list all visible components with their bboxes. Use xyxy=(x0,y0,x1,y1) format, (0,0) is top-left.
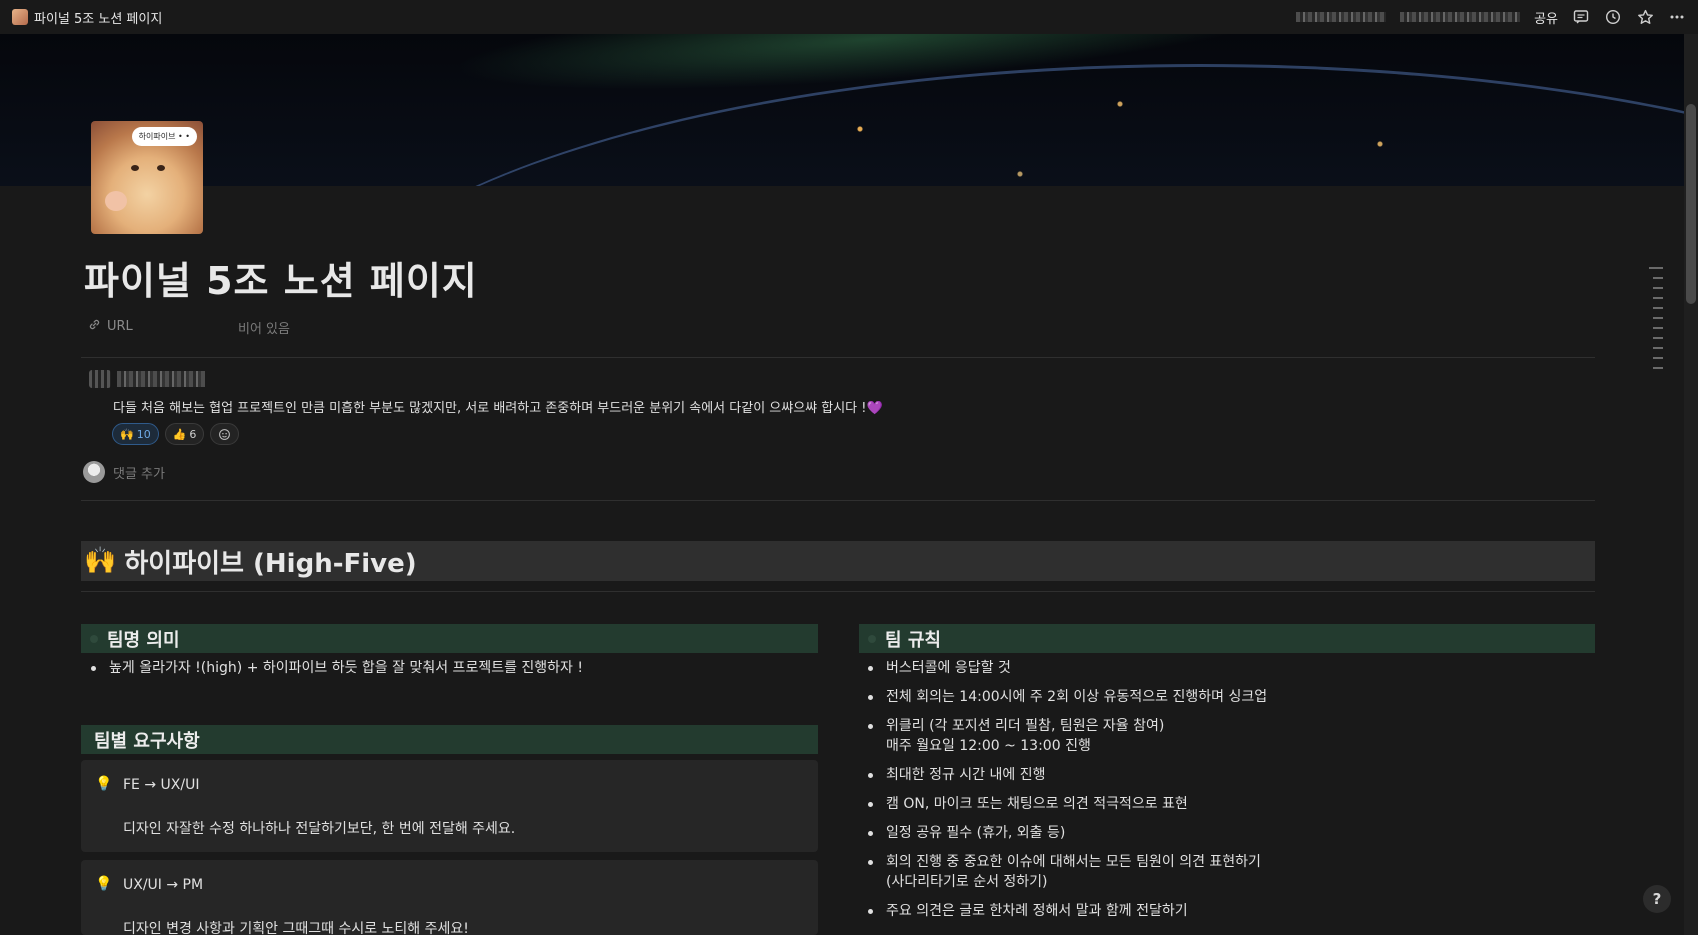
edited-info-redacted xyxy=(1296,12,1387,22)
heading-text: 팀 규칙 xyxy=(885,629,941,651)
collaborators-redacted[interactable] xyxy=(1400,12,1521,22)
page-favicon-icon xyxy=(12,9,28,25)
reaction-count: 6 xyxy=(189,427,197,441)
add-emoji-icon xyxy=(219,428,231,440)
list-item[interactable]: 버스터콜에 응답할 것 xyxy=(860,658,1595,678)
add-comment-input[interactable]: 댓글 추가 xyxy=(113,463,165,482)
reaction-emoji: 👍 xyxy=(172,427,187,441)
heading-team-requests[interactable]: 팀별 요구사항 xyxy=(81,725,818,754)
reaction-raising-hands[interactable]: 🙌 10 xyxy=(112,423,159,445)
callout-body: 디자인 변경 사항과 기획안 그때그때 수시로 노티해 주세요! xyxy=(123,921,469,935)
icon-speech-bubble: 하이파이브 • • xyxy=(131,127,197,146)
list-item[interactable]: 최대한 정규 시간 내에 진행 xyxy=(860,765,1595,785)
raising-hands-emoji-icon: 🙌 xyxy=(84,546,117,576)
more-options-icon[interactable] xyxy=(1668,8,1686,26)
help-button[interactable]: ? xyxy=(1643,885,1671,913)
hamster-eye xyxy=(157,165,165,171)
hamster-eye xyxy=(131,165,139,171)
scrollbar-thumb[interactable] xyxy=(1686,104,1696,304)
divider xyxy=(81,591,1595,592)
callout-body: 디자인 자잘한 수정 하나하나 전달하기보단, 한 번에 전달해 주세요. xyxy=(123,821,516,837)
property-name: URL xyxy=(107,319,133,334)
add-comment-row[interactable]: 댓글 추가 xyxy=(83,461,165,483)
list-item[interactable]: 회의 진행 중 중요한 이슈에 대해서는 모든 팀원이 의견 표현하기 (사다리타… xyxy=(860,852,1595,892)
add-reaction-button[interactable] xyxy=(210,423,240,445)
team-rules-list: 버스터콜에 응답할 것 전체 회의는 14:00시에 주 2회 이상 유동적으로… xyxy=(860,658,1595,930)
callout-uxui-to-pm[interactable]: 💡 UX/UI → PM 디자인 변경 사항과 기획안 그때그때 수시로 노티해… xyxy=(81,860,818,935)
list-item[interactable]: 위클리 (각 포지션 리더 필참, 팀원은 자율 참여) 매주 월요일 12:00… xyxy=(860,716,1595,756)
property-url[interactable]: URL xyxy=(88,318,133,335)
divider xyxy=(81,357,1595,358)
reaction-emoji: 🙌 xyxy=(120,427,134,441)
lightbulb-icon: 💡 xyxy=(95,876,113,892)
callout-title: FE → UX/UI xyxy=(123,777,200,793)
list-item[interactable]: 일정 공유 필수 (휴가, 외출 등) xyxy=(860,823,1595,843)
share-button[interactable]: 공유 xyxy=(1534,8,1558,27)
divider xyxy=(81,500,1595,501)
team-meaning-list: 높게 올라가자 !(high) + 하이파이브 하듯 합을 잘 맞춰서 프로젝트… xyxy=(83,658,818,687)
page-icon-hamster[interactable]: 하이파이브 • • xyxy=(91,121,203,234)
comment-author-redacted xyxy=(89,370,205,388)
comments-icon[interactable] xyxy=(1572,8,1590,26)
heading-text: 팀명 의미 xyxy=(107,629,180,651)
reaction-count: 10 xyxy=(136,427,151,441)
list-item[interactable]: 높게 올라가자 !(high) + 하이파이브 하듯 합을 잘 맞춰서 프로젝트… xyxy=(83,658,818,678)
toggle-dot-icon xyxy=(868,634,876,643)
top-bar: 파이널 5조 노션 페이지 공유 xyxy=(0,0,1698,34)
history-clock-icon[interactable] xyxy=(1604,8,1622,26)
list-item[interactable]: 캠 ON, 마이크 또는 채팅으로 의견 적극적으로 표현 xyxy=(860,794,1595,814)
heading-text: 팀별 요구사항 xyxy=(94,730,200,752)
heading-text: 하이파이브 (High-Five) xyxy=(124,548,417,579)
list-item[interactable]: 전체 회의는 14:00시에 주 2회 이상 유동적으로 진행하며 싱크업 xyxy=(860,687,1595,707)
link-icon xyxy=(88,318,101,335)
callout-title: UX/UI → PM xyxy=(123,877,204,893)
reaction-thumbs-up[interactable]: 👍 6 xyxy=(164,423,205,445)
list-item[interactable]: 주요 의견은 글로 한차례 정해서 말과 함께 전달하기 xyxy=(860,901,1595,921)
table-of-contents-markers[interactable] xyxy=(1649,267,1663,377)
comment-text: 다들 처음 해보는 협업 프로젝트인 만큼 미흡한 부분도 많겠지만, 서로 배… xyxy=(113,401,883,416)
callout-fe-to-uxui[interactable]: 💡 FE → UX/UI 디자인 자잘한 수정 하나하나 전달하기보단, 한 번… xyxy=(81,760,818,852)
hamster-paw xyxy=(105,191,127,211)
comment-reactions: 🙌 10 👍 6 xyxy=(112,423,240,445)
comment-author-name-redacted xyxy=(117,371,205,387)
current-user-avatar xyxy=(83,461,105,483)
topbar-actions: 공유 xyxy=(1296,0,1686,34)
heading-team-rules[interactable]: 팀 규칙 xyxy=(859,624,1595,653)
scrollbar-track[interactable] xyxy=(1684,34,1698,935)
property-value-empty[interactable]: 비어 있음 xyxy=(238,318,290,337)
favorite-star-icon[interactable] xyxy=(1636,8,1654,26)
page-title[interactable]: 파이널 5조 노션 페이지 xyxy=(84,250,478,305)
heading-team-meaning[interactable]: 팀명 의미 xyxy=(81,624,818,653)
heading-high-five[interactable]: 🙌 하이파이브 (High-Five) xyxy=(81,541,1595,581)
toggle-dot-icon xyxy=(90,634,98,643)
page-cover-image[interactable] xyxy=(0,34,1684,186)
comment-avatar xyxy=(89,370,111,388)
breadcrumb-page-title[interactable]: 파이널 5조 노션 페이지 xyxy=(34,8,162,27)
lightbulb-icon: 💡 xyxy=(95,776,113,792)
